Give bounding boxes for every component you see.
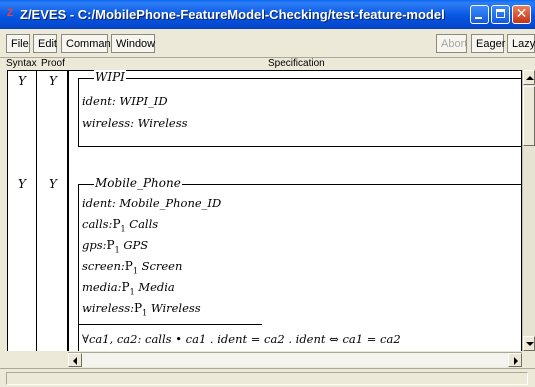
menu-file[interactable]: File [6,34,30,53]
power-set-symbol: P1 [124,259,138,276]
predicate-line[interactable]: ∀ca1, ca2: calls • ca1 . ident = ca2 . i… [82,332,401,346]
scroll-down-arrow-icon [526,342,534,346]
minimize-icon [471,6,488,23]
close-button[interactable]: ✕ [512,5,531,24]
declaration-line[interactable]: media:P1 Media [82,280,175,296]
declaration-line[interactable]: ident: WIPI_ID [82,94,168,108]
schema-top-rule [78,78,522,79]
column-header-specification[interactable]: Specification [268,58,325,70]
horizontal-scrollbar[interactable] [68,352,522,367]
declaration-type: GPS [123,238,149,252]
declaration-name: wireless: [82,301,134,315]
column-header-syntax[interactable]: Syntax [6,58,37,70]
scroll-right-button[interactable] [508,353,522,367]
abort-button[interactable]: Abort [436,34,467,53]
proof-status-2[interactable]: Y [49,177,57,191]
column-header-proof[interactable]: Proof [41,58,65,70]
specification-grid: Y Y WIPI ident: WIPI_ID wireless: Wirele… [0,70,535,351]
declaration-name: gps: [82,238,107,252]
menu-command[interactable]: Command [61,34,117,53]
maximize-button[interactable] [491,5,510,24]
syntax-status-1[interactable]: Y [18,74,26,88]
declaration-type: Screen [141,259,183,273]
power-set-symbol: P1 [112,217,126,234]
declaration-type: Mobile_Phone_ID [119,196,222,210]
declaration-type: Wireless [150,301,201,315]
menu-window[interactable]: Window [111,34,155,53]
power-set-symbol: P1 [106,238,120,255]
lazy-button[interactable]: Lazy [507,34,535,53]
schema-bottom-rule [78,146,522,147]
title-bar: Z Z/EVES - C:/MobilePhone-FeatureModel-C… [0,0,535,29]
declaration-line[interactable]: gps:P1 GPS [82,238,148,254]
scroll-left-arrow-icon [73,357,77,365]
scroll-left-button[interactable] [68,353,82,367]
power-set-symbol: P1 [121,280,135,297]
scroll-right-arrow-icon [514,357,518,365]
power-set-symbol: P1 [134,301,148,318]
schema-name[interactable]: Mobile_Phone [94,176,182,190]
window-title: Z/EVES - C:/MobilePhone-FeatureModel-Che… [20,7,445,22]
syntax-column [7,70,37,351]
maximize-icon [492,6,509,23]
scroll-down-button[interactable] [523,336,535,351]
declaration-type: Media [138,280,175,294]
status-bar [0,368,535,387]
declaration-name: media: [82,280,122,294]
scroll-up-button[interactable] [523,70,535,85]
declaration-line[interactable]: calls:P1 Calls [82,217,158,233]
declaration-name: screen: [82,259,125,273]
syntax-status-2[interactable]: Y [18,177,26,191]
declaration-name: calls: [82,217,113,231]
close-icon: ✕ [515,6,528,22]
schema-name[interactable]: WIPI [94,70,126,84]
schema-divider-rule [78,324,262,325]
proof-column [37,70,68,351]
declaration-name: ident: [82,196,116,210]
declaration-line[interactable]: ident: Mobile_Phone_ID [82,196,221,210]
scroll-up-arrow-icon [526,76,534,80]
proof-status-1[interactable]: Y [49,74,57,88]
menu-edit[interactable]: Edit [33,34,57,53]
schema-left-rule [78,78,79,146]
vertical-scroll-thumb[interactable] [523,86,535,146]
eager-button[interactable]: Eager [471,34,505,53]
declaration-type: Calls [129,217,159,231]
declaration-line[interactable]: screen:P1 Screen [82,259,182,275]
declaration-line[interactable]: wireless:P1 Wireless [82,301,201,317]
minimize-button[interactable] [470,5,489,24]
schema-left-rule [78,184,79,351]
vertical-scrollbar[interactable] [522,70,535,351]
menu-bar: File Edit Command Window Abort Eager Laz… [0,29,535,58]
status-field [6,372,528,385]
zeves-app-icon[interactable]: Z [3,8,17,20]
declaration-line[interactable]: wireless: Wireless [82,116,188,130]
